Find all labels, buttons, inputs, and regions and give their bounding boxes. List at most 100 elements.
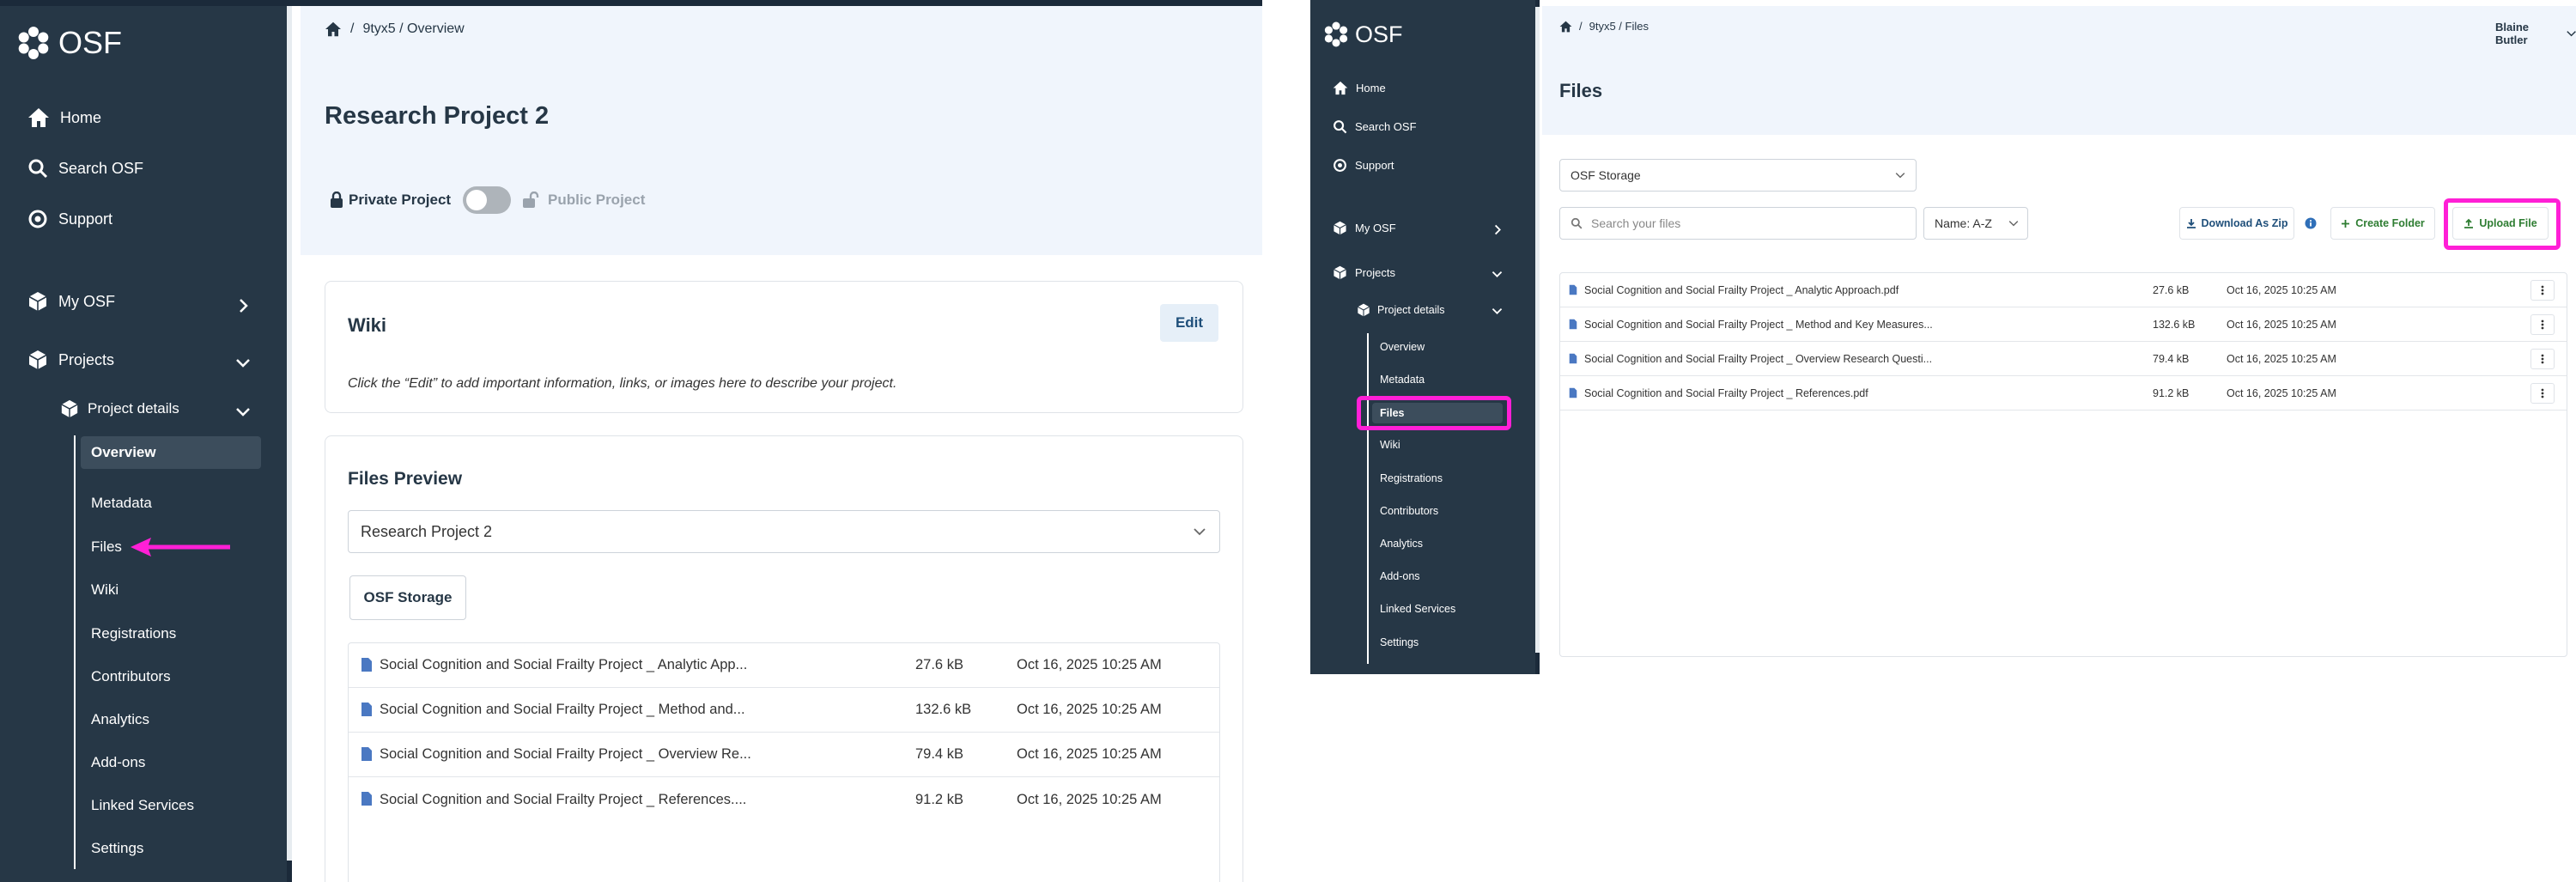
sidebar-item-registrations[interactable]: Registrations [81,617,176,650]
sidebar-item-wiki[interactable]: Wiki [1372,435,1400,454]
kebab-icon [2541,285,2544,295]
table-row[interactable]: Social Cognition and Social Frailty Proj… [349,688,1219,733]
sidebar-item-label: Metadata [1380,374,1425,386]
sidebar-item-addons[interactable]: Add-ons [1372,567,1420,586]
cube-icon [1334,221,1346,235]
nav-projects[interactable]: Projects [1333,265,1395,280]
table-row[interactable]: Social Cognition and Social Frailty Proj… [349,777,1219,822]
row-actions-button[interactable] [2530,280,2555,301]
privacy-private: Private Project [330,192,451,209]
nav-my-osf-label: My OSF [58,292,115,310]
table-row[interactable]: Social Cognition and Social Frailty Proj… [349,733,1219,777]
home-icon [1333,81,1348,95]
create-folder-button[interactable]: Create Folder [2330,207,2435,240]
sidebar-item-settings[interactable]: Settings [81,832,143,865]
chevron-right-icon[interactable] [1494,224,1502,235]
sidebar-item-registrations[interactable]: Registrations [1372,469,1443,488]
sidebar-item-addons[interactable]: Add-ons [81,746,145,779]
file-name[interactable]: Social Cognition and Social Frailty Proj… [1584,387,1868,399]
row-actions-button[interactable] [2530,314,2555,335]
toggle-knob [466,190,487,210]
file-date: Oct 16, 2025 10:25 AM [1017,702,1162,717]
chevron-right-icon[interactable] [239,298,249,313]
kebab-icon [2541,388,2544,398]
download-zip-button[interactable]: Download As Zip [2179,207,2294,240]
nav-my-osf[interactable]: My OSF [1333,221,1396,235]
sidebar-item-files[interactable]: Files [81,531,122,563]
user-name: Blaine Butler [2495,21,2530,46]
row-actions-button[interactable] [2530,383,2555,404]
user-menu[interactable]: Blaine Butler [2495,21,2576,46]
file-date: Oct 16, 2025 10:25 AM [1017,746,1162,762]
sidebar-item-contributors[interactable]: Contributors [81,660,171,693]
nav-support[interactable]: Support [1333,158,1394,173]
sidebar-scroll-thumb[interactable] [1535,7,1540,653]
unlock-icon [523,192,539,208]
row-actions-button[interactable] [2530,349,2555,369]
file-name[interactable]: Social Cognition and Social Frailty Proj… [380,746,751,763]
sidebar-item-analytics[interactable]: Analytics [1372,534,1423,553]
file-name[interactable]: Social Cognition and Social Frailty Proj… [1584,284,1899,296]
sidebar-item-linked-services[interactable]: Linked Services [81,789,194,822]
logo-text: OSF [1355,21,1403,47]
nav-home[interactable]: Home [1333,81,1386,95]
file-icon [1569,284,1577,295]
nav-projects[interactable]: Projects [27,350,114,370]
nav-search[interactable]: Search OSF [1333,119,1417,134]
nav-project-details[interactable]: Project details [60,399,179,418]
sidebar-item-label: Registrations [91,625,177,642]
info-icon[interactable] [2305,217,2317,229]
osf-logo[interactable]: OSF [15,25,122,61]
sidebar-item-wiki[interactable]: Wiki [81,574,118,606]
table-row[interactable]: Social Cognition and Social Frailty Proj… [1560,342,2567,376]
file-icon [1569,387,1577,398]
wiki-edit-button[interactable]: Edit [1160,304,1218,342]
sidebar-item-linked-services[interactable]: Linked Services [1372,599,1455,618]
sidebar-item-metadata[interactable]: Metadata [81,487,152,520]
project-select[interactable]: Research Project 2 [348,510,1220,553]
chevron-down-icon[interactable] [235,407,251,417]
file-name[interactable]: Social Cognition and Social Frailty Proj… [380,792,746,808]
sidebar-item-label: Add-ons [91,754,146,770]
sidebar-item-contributors[interactable]: Contributors [1372,502,1438,520]
private-label: Private Project [349,192,452,208]
chevron-down-icon[interactable] [235,358,251,368]
cube-icon [1358,303,1370,317]
search-input[interactable]: Search your files [1559,207,1917,240]
file-name[interactable]: Social Cognition and Social Frailty Proj… [380,657,747,673]
chevron-down-icon[interactable] [1492,271,1503,278]
chevron-down-icon[interactable] [1492,307,1503,315]
file-size: 132.6 kB [915,702,972,717]
sidebar-item-metadata[interactable]: Metadata [1372,370,1425,389]
nav-home[interactable]: Home [27,107,101,128]
table-row[interactable]: Social Cognition and Social Frailty Proj… [1560,273,2567,307]
sidebar-item-overview[interactable]: Overview [1372,338,1425,356]
storage-select[interactable]: OSF Storage [1559,159,1917,192]
osf-storage-button[interactable]: OSF Storage [349,575,466,620]
table-row[interactable]: Social Cognition and Social Frailty Proj… [1560,376,2567,411]
nav-support[interactable]: Support [27,209,112,229]
file-name[interactable]: Social Cognition and Social Frailty Proj… [1584,319,1933,331]
privacy-toggle[interactable] [463,186,511,214]
sidebar-item-settings[interactable]: Settings [1372,633,1419,652]
nav-my-osf[interactable]: My OSF [27,291,115,312]
table-row[interactable]: Social Cognition and Social Frailty Proj… [1560,307,2567,342]
sidebar-item-overview[interactable]: Overview [81,436,261,469]
breadcrumb-path[interactable]: 9tyx5 / Files [1589,20,1649,33]
breadcrumb-path[interactable]: 9tyx5 / Overview [362,21,464,37]
kebab-icon [2541,354,2544,364]
sidebar-item-analytics[interactable]: Analytics [81,703,149,736]
sort-select[interactable]: Name: A-Z [1923,207,2028,240]
nav-search[interactable]: Search OSF [27,158,143,179]
file-name[interactable]: Social Cognition and Social Frailty Proj… [380,702,745,718]
table-row[interactable]: Social Cognition and Social Frailty Proj… [349,643,1219,688]
sidebar-item-label: Add-ons [1380,570,1420,582]
osf-logo[interactable]: OSF [1322,21,1403,48]
sidebar-item-label: Contributors [91,668,171,684]
file-name[interactable]: Social Cognition and Social Frailty Proj… [1584,353,1932,365]
nav-project-details[interactable]: Project details [1357,303,1445,317]
home-icon[interactable] [1559,21,1572,33]
chevron-down-icon [1895,173,1905,179]
sidebar-scroll-thumb[interactable] [287,6,292,861]
home-icon[interactable] [325,21,342,37]
